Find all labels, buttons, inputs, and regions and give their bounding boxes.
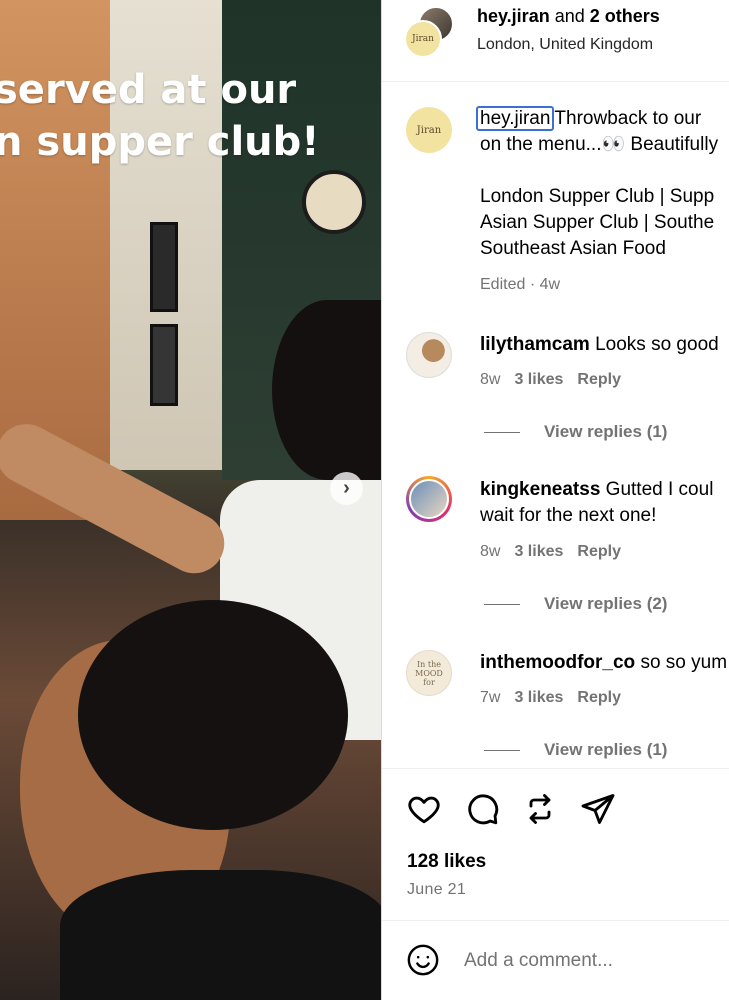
photo-overlay-text: served at our n supper club! [0,64,320,168]
comment-likes[interactable]: 3 likes [514,371,563,388]
post-photo: served at our n supper club! › [0,0,381,1000]
next-photo-button[interactable]: › [330,472,363,505]
avatar[interactable] [406,332,452,378]
caption-text-2: on the menu...👀 Beautifully [480,134,719,155]
comment-body: so so yum [635,652,728,673]
reply-button[interactable]: Reply [577,689,621,706]
divider [484,432,520,434]
caption-username[interactable]: hey.jiran [476,106,555,131]
comment-meta: 7w 3 likes Reply [480,689,621,707]
reply-button[interactable]: Reply [577,371,621,388]
comment-body: Looks so good [589,334,719,355]
post-header: Jiran hey.jiran and 2 others London, Uni… [382,0,729,82]
comment-username[interactable]: kingkeneatss [480,479,600,500]
view-replies-button[interactable]: View replies (1) [484,740,667,760]
view-replies-label: View replies (1) [544,740,668,759]
overlay-line-1: served at our [0,67,297,113]
comment-likes[interactable]: 3 likes [514,543,563,560]
wall-clock [302,170,366,234]
avatar-logo-text: Jiran [412,34,434,44]
post-caption: hey.jiran Throwback to our on the menu...… [476,106,729,262]
share-icon[interactable] [580,791,616,827]
avatar[interactable]: In the MOOD for [406,650,452,696]
comment-text: kingkeneatss Gutted I coul wait for the … [480,477,729,529]
and-text: and [549,6,590,26]
comment-body: Gutted I coul [600,479,714,500]
post-actions: 128 likes June 21 [382,768,729,920]
emoji-icon[interactable] [406,943,440,977]
overlay-line-2: n supper club! [0,119,320,165]
caption-hashtag-line: London Supper Club | Supp [480,186,715,207]
post-authors: hey.jiran and 2 others [477,6,660,27]
view-replies-label: View replies (2) [544,594,668,613]
caption-hashtag-line: Southeast Asian Food [480,238,666,259]
comment-likes[interactable]: 3 likes [514,689,563,706]
repost-icon[interactable] [522,791,558,827]
photo-person-hair [78,600,348,830]
comment-username[interactable]: inthemoodfor_co [480,652,635,673]
comment-body-line-2: wait for the next one! [480,505,657,526]
heart-icon[interactable] [406,791,442,827]
avatar: Jiran [404,20,442,58]
comment-meta: 8w 3 likes Reply [480,543,621,561]
comment-icon[interactable] [464,791,500,827]
comment-text: inthemoodfor_co so so yum [480,650,729,676]
avatar[interactable] [406,476,452,522]
comment-bar [382,920,729,1000]
comment-input[interactable] [464,945,724,977]
reply-button[interactable]: Reply [577,543,621,560]
view-replies-button[interactable]: View replies (1) [484,422,667,442]
comment-age: 7w [480,689,501,706]
caption-hashtag-line: Asian Supper Club | Southe [480,212,715,233]
avatar[interactable]: Jiran [406,107,452,153]
divider [484,750,520,752]
location-link[interactable]: London, United Kingdom [477,36,653,54]
caption-text-1: Throwback to our [554,108,702,129]
author-username[interactable]: hey.jiran [477,6,550,26]
photo-person-hair [272,300,381,480]
collab-avatars[interactable]: Jiran [404,6,454,58]
avatar-logo-text: In the MOOD for [415,659,443,687]
comment-age: 8w [480,543,501,560]
comment-meta: 8w 3 likes Reply [480,371,621,389]
others-link[interactable]: 2 others [590,6,660,26]
comment-age: 8w [480,371,501,388]
post-detail-panel: Jiran hey.jiran and 2 others London, Uni… [381,0,729,1000]
view-replies-button[interactable]: View replies (2) [484,594,667,614]
comment-username[interactable]: lilythamcam [480,334,590,355]
photo-person-top [60,870,381,1000]
divider [484,604,520,606]
avatar-logo-text: Jiran [416,124,442,136]
avatar-image [409,479,449,519]
post-date: June 21 [407,881,467,898]
likes-count[interactable]: 128 likes [407,851,486,873]
caption-meta: Edited · 4w [480,276,561,293]
caption-hashtags: London Supper Club | Supp Asian Supper C… [480,184,729,262]
view-replies-label: View replies (1) [544,422,668,441]
chevron-right-icon: › [343,477,350,499]
photo-frame [150,324,178,406]
comment-text: lilythamcam Looks so good [480,332,729,358]
photo-frame [150,222,178,312]
